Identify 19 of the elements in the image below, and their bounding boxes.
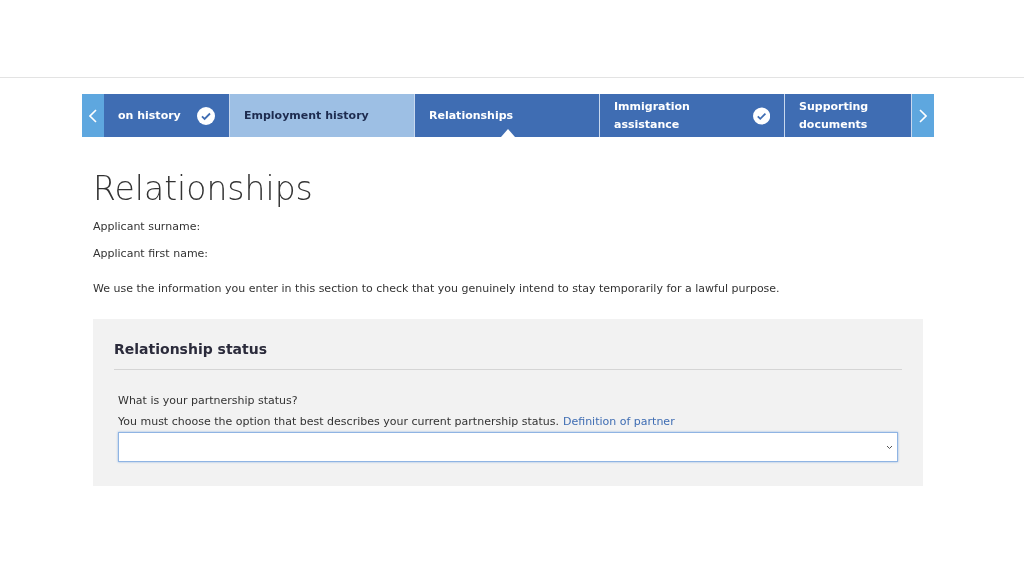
partnership-select[interactable] — [118, 432, 898, 462]
chevron-right-icon — [919, 108, 927, 123]
applicant-label: Applicant surname: — [93, 219, 202, 235]
step-tab[interactable]: Supporting documents — [785, 94, 912, 137]
section-heading: Relationship status — [114, 339, 902, 370]
step-tab[interactable]: Immigration assistance — [600, 94, 785, 137]
step-tab[interactable]: Employment history — [230, 94, 415, 137]
chevron-down-icon — [886, 444, 893, 450]
applicant-label: Applicant first name: — [93, 246, 210, 262]
chevron-left-icon — [89, 108, 97, 123]
previous-button[interactable] — [82, 94, 104, 137]
intro-text: We use the information you enter in this section to check that you genuinely intend to stay temporarily for a lawful purpose. — [93, 281, 781, 297]
step-tab[interactable]: Relationships — [415, 94, 600, 137]
step-tab[interactable]: on history — [104, 94, 230, 137]
next-button[interactable] — [912, 94, 934, 137]
question-label: What is your partnership status? — [118, 393, 299, 409]
page-title: Relationships — [93, 169, 314, 209]
hint-text: You must choose the option that best describes your current partnership status. — [118, 414, 559, 430]
definition-link[interactable]: Definition of partner — [562, 413, 675, 431]
